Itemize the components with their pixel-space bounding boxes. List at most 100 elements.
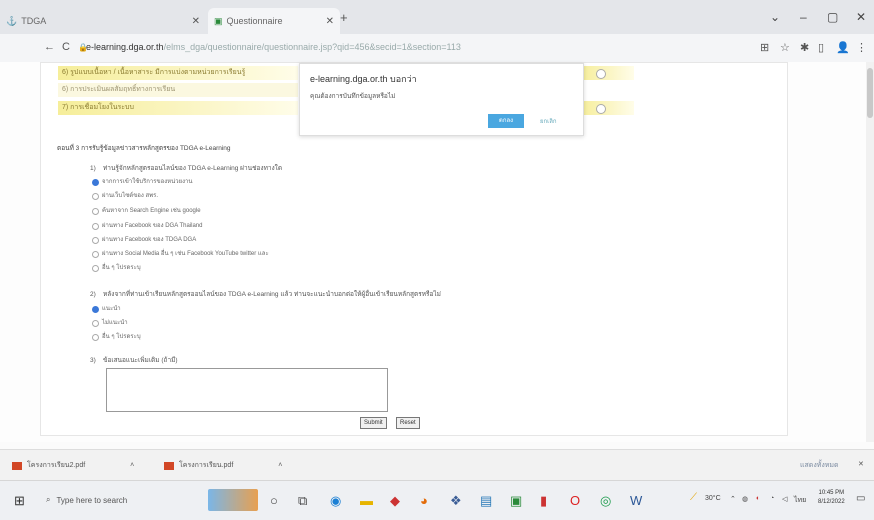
suggestion-textarea[interactable] [106, 368, 388, 412]
question-3: 3) ข้อเสนอแนะเพิ่มเติม (ถ้ามี) [90, 355, 178, 365]
network-icon[interactable]: ◍ [742, 495, 748, 503]
close-tab-icon[interactable]: ✕ [192, 16, 200, 27]
edge-icon[interactable]: ◉ [330, 493, 341, 509]
radio[interactable] [92, 265, 99, 272]
opera-icon[interactable]: O [570, 493, 580, 508]
app-icon[interactable]: ◆ [390, 493, 400, 509]
rating-row-evaluation: 6) การประเมินผลสัมฤทธิ์ทางการเรียน [58, 83, 298, 97]
radio[interactable] [92, 193, 99, 200]
reload-icon[interactable]: C [62, 41, 70, 53]
q1-option[interactable]: ค้นหาจาก Search Engine เช่น google [92, 207, 201, 216]
download-bar: โครงการเรียน2.pdf ˄ โครงการเรียน.pdf ˄ แ… [0, 449, 874, 480]
input-language[interactable]: ไทย [794, 495, 806, 506]
volume-icon[interactable]: ◁ [782, 495, 787, 503]
file-explorer-icon[interactable]: ▬ [360, 493, 373, 508]
security-icon[interactable]: ◐ [756, 495, 760, 502]
tray-chevron-icon[interactable]: ⌃ [730, 495, 736, 503]
url-host: e-learning.dga.or.th [86, 42, 164, 52]
radio[interactable] [92, 237, 99, 244]
radio-selected[interactable] [92, 306, 99, 313]
rating-row-linkage-right [580, 101, 634, 115]
radio[interactable] [92, 320, 99, 327]
back-icon[interactable]: ← [44, 41, 55, 53]
url-field[interactable]: e-learning.dga.or.th/elms_dga/questionna… [86, 42, 461, 52]
extensions-icon[interactable]: ✱ [800, 41, 809, 54]
submit-button[interactable]: Submit [360, 417, 387, 429]
chrome-icon[interactable]: ◎ [600, 493, 611, 509]
rating-row-content-right [580, 66, 634, 80]
sidebar-icon[interactable]: ▯ [818, 41, 824, 54]
dialog-cancel-button[interactable]: ยกเลิก [540, 116, 557, 126]
reset-button[interactable]: Reset [396, 417, 420, 429]
question-number: 2) [90, 291, 96, 298]
section-title: ตอนที่ 3 การรับรู้ข้อมูลข่าวสารหลักสูตรข… [57, 145, 231, 152]
windows-start-icon[interactable]: ⊞ [14, 493, 25, 509]
cortana-icon[interactable]: ○ [270, 493, 278, 508]
q2-option[interactable]: แนะนำ [92, 305, 121, 314]
taskbar-search[interactable]: ⌕ Type here to search [40, 489, 196, 511]
download-item[interactable]: โครงการเรียน.pdf ˄ [164, 460, 282, 471]
new-tab-button[interactable]: + [340, 10, 348, 25]
word-icon[interactable]: W [630, 493, 642, 508]
address-bar-row: ← C 🔒 e-learning.dga.or.th/elms_dga/ques… [0, 34, 874, 63]
clock[interactable]: 10:45 PM 8/12/2022 [818, 489, 845, 507]
rating-radio[interactable] [596, 69, 606, 79]
radio[interactable] [92, 208, 99, 215]
translate-icon[interactable]: ⊞ [760, 41, 769, 54]
profile-icon[interactable]: 👤 [836, 41, 850, 54]
weather-widget-icon[interactable] [208, 489, 258, 511]
app-icon[interactable]: ▮ [540, 493, 547, 509]
q1-option[interactable]: ผ่านทาง Facebook ของ DGA Thailand [92, 222, 202, 231]
wifi-icon[interactable]: ◔ [770, 495, 774, 502]
bookmark-star-icon[interactable]: ☆ [780, 41, 790, 54]
q1-option[interactable]: ผ่านทาง Facebook ของ TDGA DGA [92, 236, 196, 245]
tab-search-icon[interactable]: ⌄ [770, 10, 780, 24]
close-download-bar-icon[interactable]: ✕ [858, 460, 864, 468]
q1-option[interactable]: ผ่านเว็บไซต์ของ สพร. [92, 192, 158, 201]
q2-option[interactable]: ไม่แนะนำ [92, 319, 128, 328]
close-window-button[interactable]: ✕ [856, 10, 866, 24]
chevron-up-icon[interactable]: ˄ [278, 462, 282, 469]
store-icon[interactable]: ▤ [480, 493, 492, 509]
rating-radio[interactable] [596, 104, 606, 114]
download-item[interactable]: โครงการเรียน2.pdf ˄ [12, 460, 134, 471]
rating-row-content: 6) รูปแบบเนื้อหา / เนื้อหาสาระ มีการแบ่ง… [58, 66, 298, 80]
radio[interactable] [92, 251, 99, 258]
chevron-up-icon[interactable]: ˄ [130, 462, 134, 469]
maximize-button[interactable]: ▢ [827, 10, 838, 24]
notifications-icon[interactable]: ▭ [856, 493, 865, 504]
minimize-button[interactable]: – [800, 10, 807, 24]
radio-selected[interactable] [92, 179, 99, 186]
q1-option[interactable]: จากการเข้าใช้บริการของหน่วยงาน [92, 178, 193, 187]
radio[interactable] [92, 334, 99, 341]
taskbar: ⊞ ⌕ Type here to search ○ ⧉ ◉ ▬ ◆ ◕ ❖ ▤ … [0, 480, 874, 520]
tab-questionnaire[interactable]: ▣ Questionnaire ✕ [208, 8, 340, 34]
page-scrollbar[interactable] [866, 62, 874, 442]
url-path: /elms_dga/questionnaire/questionnaire.js… [163, 42, 461, 52]
browser-tab-bar: ⚓ TDGA ✕ ▣ Questionnaire ✕ + ⌄ – ▢ ✕ [0, 0, 874, 34]
tab-favicon-icon: ⚓ [6, 15, 18, 26]
temperature: 30°C [705, 495, 721, 502]
close-tab-icon[interactable]: ✕ [326, 16, 334, 27]
radio[interactable] [92, 223, 99, 230]
scrollbar-thumb[interactable] [867, 68, 873, 118]
tab-label: TDGA [21, 16, 47, 26]
show-all-downloads[interactable]: แสดงทั้งหมด [800, 460, 839, 471]
question-2: 2) หลังจากที่ท่านเข้าเรียนหลักสูตรออนไลน… [90, 289, 441, 299]
q1-option[interactable]: ผ่านทาง Social Media อื่น ๆ เช่น Faceboo… [92, 250, 269, 259]
firefox-icon[interactable]: ◕ [420, 493, 428, 508]
q2-option[interactable]: อื่น ๆ โปรดระบุ [92, 333, 141, 342]
dialog-message: คุณต้องการบันทึกข้อมูลหรือไม่ [310, 93, 396, 100]
question-text: หลังจากที่ท่านเข้าเรียนหลักสูตรออนไลน์ขอ… [103, 291, 441, 298]
tab-favicon-icon: ▣ [214, 15, 223, 26]
q1-option[interactable]: อื่น ๆ โปรดระบุ [92, 264, 141, 273]
download-filename: โครงการเรียน.pdf [179, 462, 234, 469]
tab-tdga[interactable]: ⚓ TDGA ✕ [6, 8, 206, 34]
dialog-ok-button[interactable]: ตกลง [488, 114, 524, 128]
weather-tray-icon[interactable]: ⟋ [690, 492, 697, 503]
menu-icon[interactable]: ⋮ [856, 41, 867, 54]
app-icon[interactable]: ▣ [510, 493, 522, 509]
task-view-icon[interactable]: ⧉ [298, 493, 307, 509]
tab-label: Questionnaire [226, 16, 283, 26]
dropbox-icon[interactable]: ❖ [450, 493, 462, 509]
